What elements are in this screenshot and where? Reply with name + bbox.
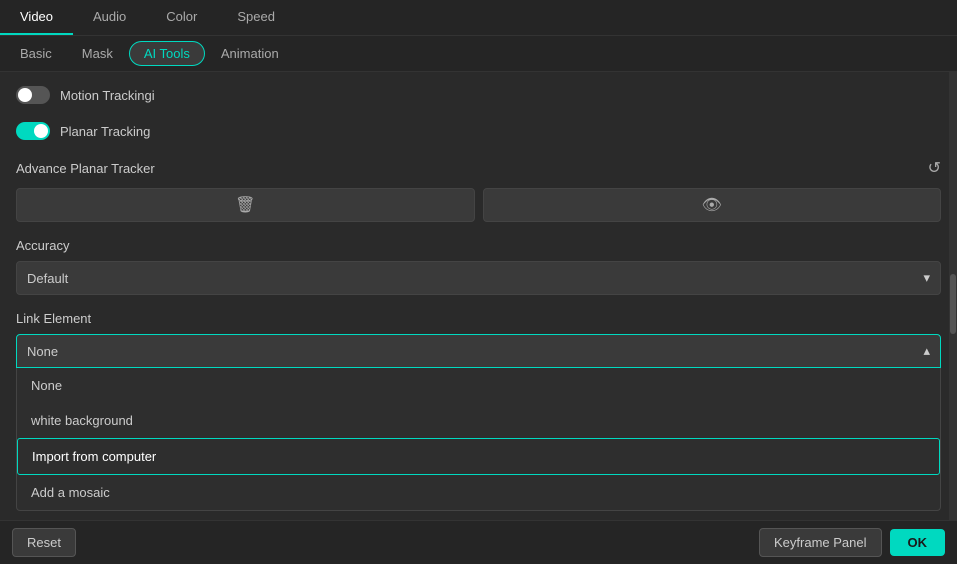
motion-tracking-row: Motion Tracking i (16, 86, 941, 104)
accuracy-value: Default (27, 271, 68, 286)
bottom-right-actions: Keyframe Panel OK (759, 528, 945, 557)
planar-tracking-toggle[interactable] (16, 122, 50, 140)
sub-tab-basic[interactable]: Basic (6, 42, 66, 65)
link-element-label: Link Element (16, 311, 941, 326)
sub-tab-aitools[interactable]: AI Tools (129, 41, 205, 66)
advance-planar-tracker-title: Advance Planar Tracker (16, 161, 155, 176)
link-element-select[interactable]: None (16, 334, 941, 368)
dropdown-item-white-background[interactable]: white background (17, 403, 940, 438)
scrollbar-track[interactable] (949, 72, 957, 520)
tab-color[interactable]: Color (146, 0, 217, 35)
link-element-dropdown: None white background Import from comput… (16, 368, 941, 511)
motion-tracking-label: Motion Tracking (60, 88, 152, 103)
advance-planar-tracker-reset-icon[interactable]: ↺ (928, 158, 941, 178)
sub-tab-animation[interactable]: Animation (207, 42, 293, 65)
link-element-chevron-up-icon (923, 343, 930, 359)
top-tab-bar: Video Audio Color Speed (0, 0, 957, 36)
accuracy-label: Accuracy (16, 238, 941, 253)
scrollbar-thumb[interactable] (950, 274, 956, 334)
planar-tracking-label: Planar Tracking (60, 124, 150, 139)
planar-tracking-row: Planar Tracking (16, 122, 941, 140)
tab-audio[interactable]: Audio (73, 0, 146, 35)
motion-tracking-info-icon[interactable]: i (152, 88, 155, 103)
sub-tab-mask[interactable]: Mask (68, 42, 127, 65)
accuracy-select[interactable]: Default (16, 261, 941, 295)
eye-icon: 👁 (702, 195, 722, 215)
keyframe-panel-button[interactable]: Keyframe Panel (759, 528, 882, 557)
reset-button[interactable]: Reset (12, 528, 76, 557)
delete-button[interactable]: 🗑 (16, 188, 475, 222)
bottom-bar: Reset Keyframe Panel OK (0, 520, 957, 564)
advance-planar-tracker-header: Advance Planar Tracker ↺ (16, 158, 941, 178)
eye-button[interactable]: 👁 (483, 188, 942, 222)
delete-icon: 🗑 (235, 195, 255, 215)
tab-speed[interactable]: Speed (217, 0, 295, 35)
action-buttons-row: 🗑 👁 (16, 188, 941, 222)
sub-tab-bar: Basic Mask AI Tools Animation (0, 36, 957, 72)
tab-video[interactable]: Video (0, 0, 73, 35)
dropdown-item-add-a-mosaic[interactable]: Add a mosaic (17, 475, 940, 510)
dropdown-item-none[interactable]: None (17, 368, 940, 403)
motion-tracking-toggle[interactable] (16, 86, 50, 104)
planar-toggle-thumb (34, 124, 48, 138)
accuracy-chevron-down-icon (923, 270, 930, 286)
ok-button[interactable]: OK (890, 529, 946, 556)
toggle-thumb (18, 88, 32, 102)
main-content: Motion Tracking i Planar Tracking Advanc… (0, 72, 957, 520)
link-element-value: None (27, 344, 58, 359)
dropdown-item-import-from-computer[interactable]: Import from computer (17, 438, 940, 475)
